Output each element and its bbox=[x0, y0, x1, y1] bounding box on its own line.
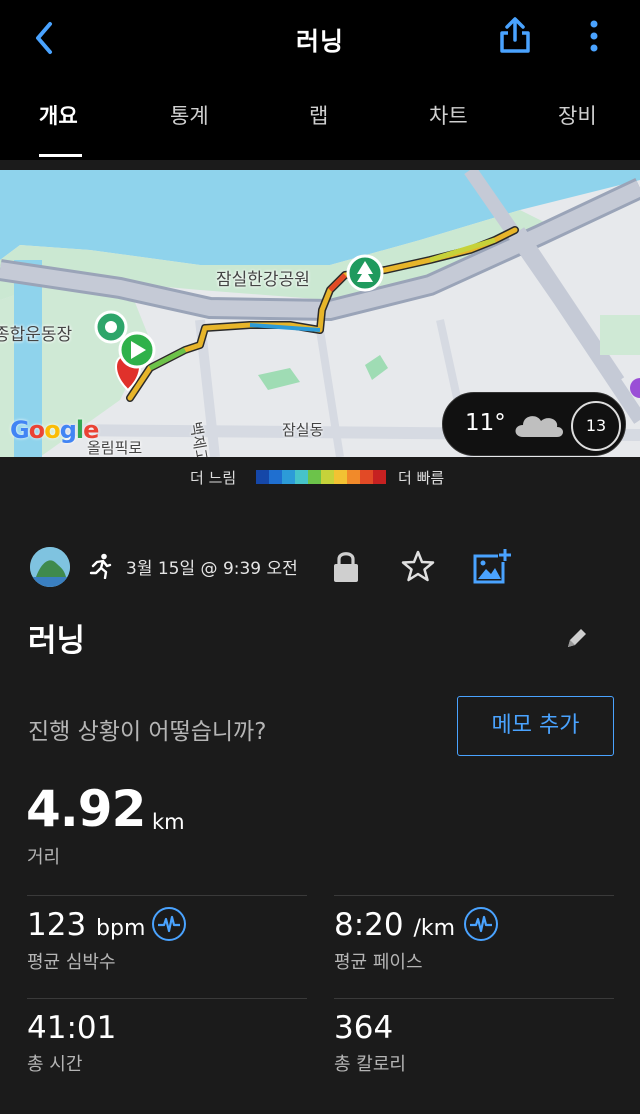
lock-icon[interactable] bbox=[332, 549, 360, 583]
pace-color-segment bbox=[295, 470, 308, 484]
map-label-park: 잠실한강공원 bbox=[216, 270, 310, 290]
map-label-stadium: 종합운동장 bbox=[0, 325, 73, 345]
distance-value: 4.92 bbox=[26, 780, 146, 838]
weather-badge: 11° 13 bbox=[442, 392, 626, 456]
avg-pace-unit: /km bbox=[413, 916, 456, 941]
cloud-icon bbox=[515, 416, 563, 437]
distance-unit: km bbox=[152, 810, 185, 834]
divider bbox=[334, 895, 614, 896]
more-options-button[interactable] bbox=[580, 16, 608, 56]
avatar-image bbox=[30, 547, 70, 587]
add-photo-icon[interactable] bbox=[472, 547, 512, 585]
avg-heart-rate: 123 bpm bbox=[27, 907, 145, 943]
pace-color-segment bbox=[256, 470, 269, 484]
pace-color-segment bbox=[334, 470, 347, 484]
tab-stats[interactable]: 통계 bbox=[170, 100, 209, 130]
avg-pace-label: 평균 페이스 bbox=[334, 952, 423, 973]
pace-color-segment bbox=[347, 470, 360, 484]
activity-name: 러닝 bbox=[28, 623, 86, 659]
tab-laps[interactable]: 랩 bbox=[309, 100, 328, 130]
page-title: 러닝 bbox=[295, 27, 344, 56]
avatar[interactable] bbox=[30, 547, 70, 587]
share-icon bbox=[500, 17, 530, 53]
divider bbox=[27, 895, 307, 896]
share-button[interactable] bbox=[496, 16, 534, 56]
pace-color-segment bbox=[269, 470, 282, 484]
add-memo-button[interactable]: 메모 추가 bbox=[457, 696, 614, 756]
star-icon[interactable] bbox=[400, 549, 436, 583]
tab-charts[interactable]: 차트 bbox=[429, 100, 468, 130]
divider bbox=[334, 998, 614, 999]
avg-pace: 8:20 /km bbox=[334, 907, 455, 943]
google-logo: Google bbox=[10, 416, 99, 444]
pace-color-segment bbox=[321, 470, 334, 484]
divider bbox=[27, 998, 307, 999]
top-bar: 러닝 bbox=[0, 0, 640, 78]
tab-overview[interactable]: 개요 bbox=[39, 100, 78, 130]
distance-label: 거리 bbox=[27, 847, 61, 868]
total-calories-label: 총 칼로리 bbox=[334, 1054, 406, 1075]
activity-summary: 3월 15일 @ 9:39 오전 러닝 진행 상황이 어떻습니까? 메모 추가 … bbox=[0, 497, 640, 1114]
pace-legend: 더 느림 더 빠름 bbox=[0, 457, 640, 497]
running-icon bbox=[89, 553, 112, 579]
more-vertical-icon bbox=[590, 20, 598, 52]
avg-heart-rate-value: 123 bbox=[27, 907, 87, 943]
map-label-district: 잠실동 bbox=[282, 421, 324, 439]
tab-bar: 개요 통계 랩 차트 장비 bbox=[0, 78, 640, 160]
separator bbox=[0, 160, 640, 170]
activity-date: 3월 15일 @ 9:39 오전 bbox=[126, 559, 298, 579]
slower-label: 더 느림 bbox=[190, 469, 237, 487]
route-map[interactable]: 잠실한강공원 종합운동장 올림픽로 백제고 잠실동 Google 11° 13 bbox=[0, 170, 640, 457]
tab-gear[interactable]: 장비 bbox=[558, 100, 597, 130]
pace-color-segment bbox=[282, 470, 295, 484]
avg-heart-rate-label: 평균 심박수 bbox=[27, 952, 116, 973]
weather-temperature: 11° bbox=[465, 410, 506, 436]
avg-heart-rate-unit: bpm bbox=[96, 916, 146, 941]
pace-color-bar bbox=[256, 470, 386, 484]
progress-prompt: 진행 상황이 어떻습니까? bbox=[28, 719, 267, 745]
pencil-icon[interactable] bbox=[564, 625, 590, 651]
faster-label: 더 빠름 bbox=[398, 469, 445, 487]
total-calories-value: 364 bbox=[334, 1010, 394, 1046]
pace-color-segment bbox=[373, 470, 386, 484]
pace-detail-button[interactable] bbox=[464, 907, 498, 941]
heart-rate-detail-button[interactable] bbox=[152, 907, 186, 941]
pulse-icon bbox=[470, 915, 492, 933]
active-tab-indicator bbox=[39, 154, 82, 157]
heart-rate-icon bbox=[158, 915, 180, 933]
wind-indicator: 13 bbox=[571, 401, 621, 451]
pace-color-segment bbox=[360, 470, 373, 484]
avg-pace-value: 8:20 bbox=[334, 907, 404, 943]
pace-color-segment bbox=[308, 470, 321, 484]
total-time-value: 41:01 bbox=[27, 1010, 117, 1046]
total-time-label: 총 시간 bbox=[27, 1054, 83, 1075]
